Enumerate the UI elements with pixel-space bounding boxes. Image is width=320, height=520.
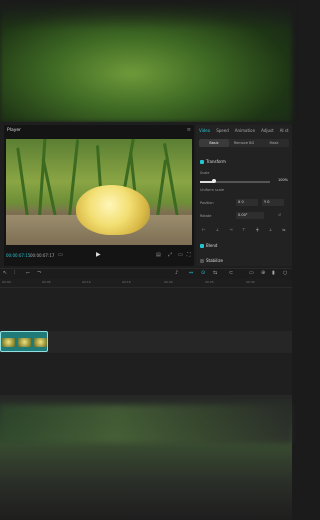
scale-slider-knob[interactable] bbox=[212, 179, 216, 183]
align-left-icon[interactable]: ⊢ bbox=[200, 226, 208, 233]
scale-slider[interactable] bbox=[200, 179, 270, 183]
zoom-out-icon[interactable]: ▭ bbox=[249, 270, 254, 276]
tab-video[interactable]: Video bbox=[196, 125, 213, 135]
inspector-tabs: Video Speed Animation Adjust AI st bbox=[196, 125, 292, 135]
ruler-tick: 00:00 bbox=[2, 280, 11, 284]
clip-thumbnail bbox=[34, 338, 47, 347]
uniform-scale-label: Uniform scale bbox=[200, 188, 225, 192]
ratio-icon[interactable]: ▭ bbox=[178, 252, 183, 258]
split-icon[interactable]: ⫶ bbox=[14, 270, 15, 276]
video-editor-window: Player ≡ 00:00:07:15 00:00:07:17 ▭ ▶ ▤ ⤢… bbox=[0, 122, 292, 395]
align-right-icon[interactable]: ⊣ bbox=[227, 226, 235, 233]
grass-blade bbox=[162, 142, 179, 218]
blend-checkbox[interactable] bbox=[200, 244, 204, 248]
timeline-settings-icon[interactable]: ▮ bbox=[272, 270, 275, 276]
player-menu-icon[interactable]: ≡ bbox=[187, 127, 191, 133]
blurred-background-top bbox=[0, 0, 292, 122]
transform-heading: Transform bbox=[206, 159, 226, 164]
current-time: 00:00:07:15 bbox=[6, 253, 31, 258]
subtab-remove-bg[interactable]: Remove BG bbox=[229, 139, 259, 147]
auto-snap-icon[interactable]: ⇔ bbox=[189, 270, 193, 276]
player-controls: 00:00:07:15 00:00:07:17 ▭ ▶ ▤ ⤢ ▭ ⛶ bbox=[4, 247, 194, 266]
zoom-in-icon[interactable]: ⊕ bbox=[261, 270, 265, 276]
tab-animation[interactable]: Animation bbox=[232, 125, 258, 135]
blend-heading: Blend bbox=[206, 243, 218, 248]
ruler-tick: 00:10 bbox=[82, 280, 91, 284]
position-x-input[interactable]: X 0 bbox=[236, 199, 258, 206]
ruler-tick: 00:05 bbox=[42, 280, 51, 284]
grass-blade bbox=[16, 147, 29, 218]
stabilize-checkbox[interactable] bbox=[200, 259, 204, 263]
flip-icon[interactable]: ⇋ bbox=[280, 226, 288, 233]
align-center-icon[interactable]: ⊥ bbox=[213, 226, 221, 233]
scale-label: Scale bbox=[200, 171, 210, 175]
tab-adjust[interactable]: Adjust bbox=[258, 125, 277, 135]
select-tool-icon[interactable]: ↖ bbox=[3, 270, 7, 276]
rotate-label: Rotate bbox=[200, 214, 212, 218]
timeline-ruler[interactable]: 00:00 00:05 00:10 00:15 00:20 00:25 00:3… bbox=[0, 279, 292, 288]
blurred-strip bbox=[0, 405, 292, 443]
microphone-icon[interactable]: ♪ bbox=[175, 270, 178, 276]
zoom-icon[interactable]: ⊂ bbox=[229, 270, 233, 276]
rotate-reset-icon[interactable]: ↺ bbox=[278, 213, 281, 217]
position-label: Position bbox=[200, 201, 214, 205]
rotate-value: 0.00° bbox=[238, 213, 248, 217]
tab-speed[interactable]: Speed bbox=[213, 125, 232, 135]
tab-ai-style[interactable]: AI st bbox=[277, 125, 292, 135]
zoom-fit-icon[interactable]: ○ bbox=[283, 270, 287, 276]
split-left-icon[interactable]: ⌐ bbox=[26, 270, 30, 276]
alignment-buttons: ⊢ ⊥ ⊣ ⊤ ╪ ⊥ ⇋ bbox=[200, 226, 288, 233]
link-icon[interactable]: ⊙ bbox=[201, 270, 205, 276]
transform-checkbox[interactable] bbox=[200, 160, 204, 164]
align-top-icon[interactable]: ⊤ bbox=[240, 226, 248, 233]
blurred-background-bottom bbox=[0, 395, 292, 520]
player-title: Player bbox=[7, 128, 22, 133]
ruler-tick: 00:25 bbox=[205, 280, 214, 284]
stabilize-heading: Stabilize bbox=[206, 258, 223, 263]
fullscreen-icon[interactable]: ⛶ bbox=[187, 252, 191, 258]
ruler-tick: 00:20 bbox=[164, 280, 173, 284]
video-track bbox=[0, 331, 292, 353]
play-button[interactable]: ▶ bbox=[96, 251, 101, 258]
player-panel: Player ≡ 00:00:07:15 00:00:07:17 ▭ ▶ ▤ ⤢… bbox=[4, 125, 194, 266]
ruler-tick: 00:30 bbox=[246, 280, 255, 284]
align-middle-icon[interactable]: ╪ bbox=[253, 226, 261, 233]
chick-subject bbox=[76, 185, 150, 235]
split-right-icon[interactable]: ¬ bbox=[37, 270, 41, 276]
subtab-basic[interactable]: Basic bbox=[199, 139, 229, 147]
position-y-value: 0 bbox=[267, 200, 270, 204]
video-clip[interactable] bbox=[0, 331, 48, 352]
rotate-input[interactable]: 0.00° bbox=[236, 212, 264, 219]
timeline-tracks bbox=[0, 288, 292, 395]
timeline-toolbar: ↖ ⫶ ⌐ ¬ ♪ ⇔ ⊙ ⇆ ⊂ ▭ ⊕ ▮ ○ bbox=[0, 268, 292, 279]
position-x-value: 0 bbox=[241, 200, 244, 204]
grass-blade bbox=[156, 159, 168, 218]
video-preview[interactable] bbox=[6, 139, 192, 245]
position-y-input[interactable]: Y 0 bbox=[262, 199, 284, 206]
duration-time: 00:00:07:17 bbox=[30, 253, 55, 258]
scale-value[interactable]: 100% bbox=[278, 178, 288, 182]
clip-thumbnail bbox=[2, 338, 15, 347]
ruler-tick: 00:15 bbox=[122, 280, 131, 284]
fit-icon[interactable]: ⤢ bbox=[168, 252, 172, 258]
clip-thumbnail bbox=[18, 338, 31, 347]
timeline-view-icon[interactable]: ▭ bbox=[58, 252, 63, 258]
quality-icon[interactable]: ▤ bbox=[156, 252, 161, 258]
inspector-panel: Video Speed Animation Adjust AI st Basic… bbox=[196, 125, 292, 266]
grass-blade bbox=[41, 157, 57, 218]
inspector-subtabs: Basic Remove BG Mask bbox=[199, 139, 289, 147]
preview-axis-icon[interactable]: ⇆ bbox=[213, 270, 217, 276]
subtab-mask[interactable]: Mask bbox=[259, 139, 289, 147]
align-bottom-icon[interactable]: ⊥ bbox=[267, 226, 275, 233]
